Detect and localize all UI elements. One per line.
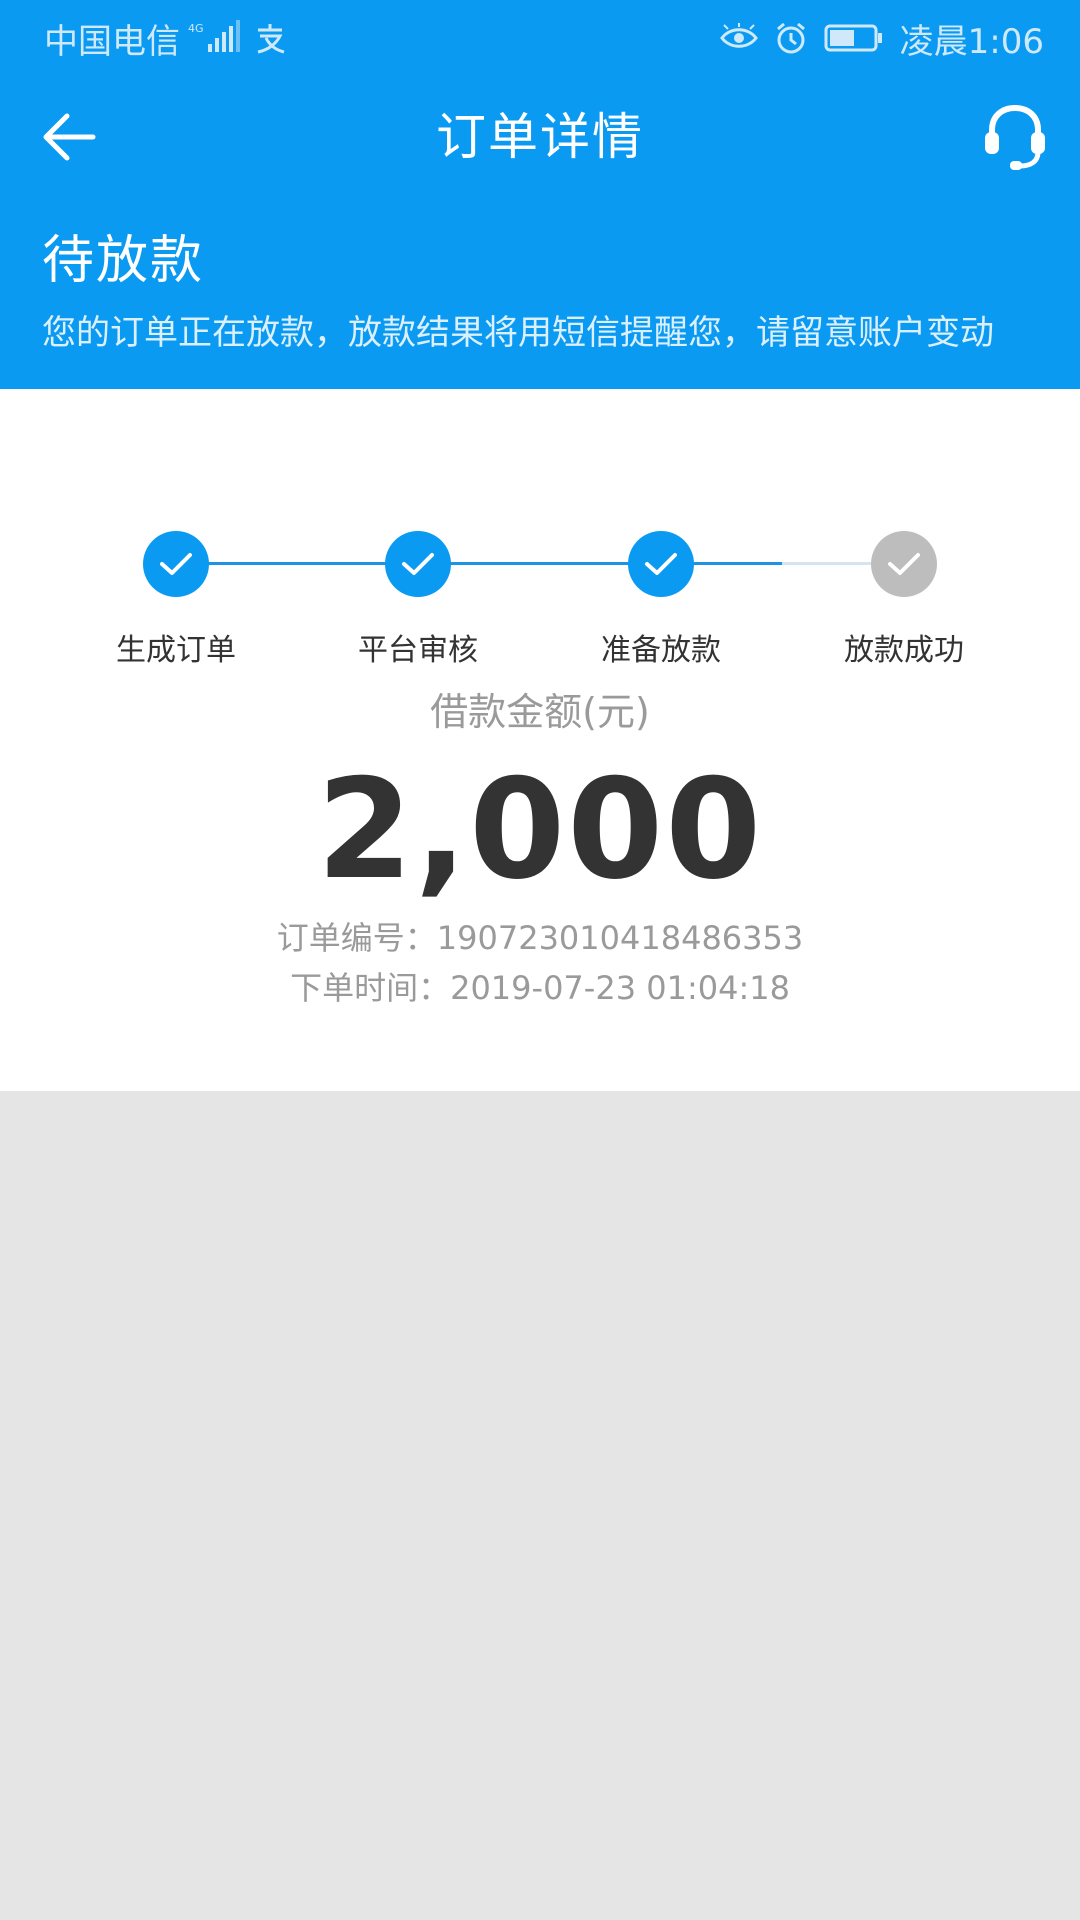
alarm-icon	[774, 21, 808, 55]
order-time-label: 下单时间：	[290, 969, 451, 1007]
step-label-success: 放款成功	[844, 633, 964, 668]
status-left: 中国电信 4G	[44, 14, 288, 62]
eye-comfort-icon	[719, 23, 758, 53]
carrier-name: 中国电信	[44, 21, 180, 62]
header-area: 中国电信 4G 凌晨1:06 订单详情 待放款 您的订单正在放款，放款结果将用短…	[0, 0, 1080, 389]
step-connector	[176, 562, 418, 565]
order-status-description: 您的订单正在放款，放款结果将用短信提醒您，请留意账户变动	[42, 313, 994, 353]
order-card: 生成订单 平台审核 准备放款 放款成功 借款金额(元) 2,000 订单编号：1…	[0, 389, 1080, 1091]
customer-service-button[interactable]	[974, 96, 1056, 178]
nav-bar: 订单详情	[0, 76, 1080, 198]
page-title: 订单详情	[436, 108, 644, 166]
step-check-icon	[143, 531, 209, 597]
network-type: 4G	[188, 22, 204, 35]
loan-amount-label: 借款金额(元)	[430, 690, 650, 734]
order-detail-screen: 中国电信 4G 凌晨1:06 订单详情 待放款 您的订单正在放款，放款结果将用短…	[0, 0, 1080, 1920]
order-number: 190723010418486353	[436, 919, 804, 957]
progress-steps: 生成订单 平台审核 准备放款 放款成功	[0, 459, 1080, 668]
alipay-icon	[252, 22, 288, 54]
headset-icon	[985, 104, 1045, 170]
order-number-label: 订单编号：	[276, 919, 437, 957]
step-connector	[418, 562, 660, 565]
signal-icon: 4G	[188, 20, 244, 56]
step-check-icon	[628, 531, 694, 597]
step-check-icon	[385, 531, 451, 597]
order-status-title: 待放款	[42, 231, 205, 291]
clock-time: 凌晨1:06	[899, 21, 1044, 62]
loan-amount: 2,000	[316, 749, 764, 910]
status-bar: 中国电信 4G 凌晨1:06	[0, 0, 1080, 76]
step-label-review: 平台审核	[358, 633, 478, 668]
order-number-row: 订单编号：190723010418486353	[0, 913, 1080, 959]
step-pending-check-icon	[871, 531, 937, 597]
step-label-preparing: 准备放款	[601, 633, 721, 668]
step-label-created: 生成订单	[116, 633, 236, 668]
order-time: 2019-07-23 01:04:18	[450, 969, 790, 1007]
order-time-row: 下单时间：2019-07-23 01:04:18	[0, 963, 1080, 1009]
status-right: 凌晨1:06	[719, 14, 1044, 62]
battery-icon	[824, 23, 884, 53]
